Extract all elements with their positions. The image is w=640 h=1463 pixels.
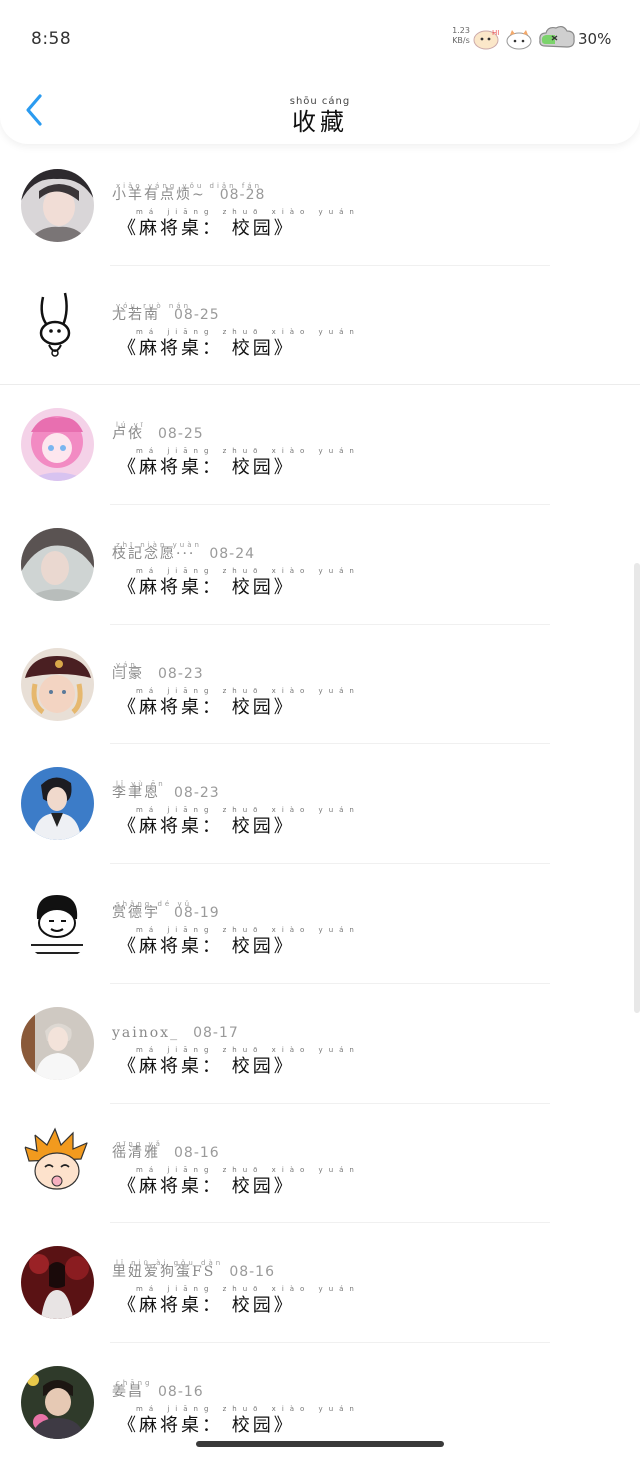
game-title[interactable]: 《麻将桌： 校园》 — [118, 932, 295, 958]
favorite-item[interactable]: yainox_ 08-17 má jiāng zhuō xiào yuán 《麻将… — [0, 984, 640, 1104]
favorite-item[interactable]: xiǎo yáng yǒu diǎn fán 小羊有点烦~ 08-28 má ji… — [0, 146, 640, 266]
favorite-item[interactable]: yóu ruò nán 尤若南 08-25 má jiāng zhuō xiào … — [0, 266, 640, 386]
scrollbar[interactable] — [634, 563, 640, 1013]
game-title[interactable]: 《麻将桌： 校园》 — [118, 453, 295, 479]
user-avatar[interactable] — [21, 408, 94, 482]
sticker-dog-icon: HI — [473, 29, 499, 50]
favorite-item[interactable]: zhī niàn yuàn 枝記念愿··· 08-24 má jiāng zhuō… — [0, 505, 640, 625]
favorite-item[interactable]: lú yī 卢依 08-25 má jiāng zhuō xiào yuán 《麻… — [0, 385, 640, 506]
user-avatar[interactable] — [21, 1365, 94, 1439]
favorite-date: 08-25 — [174, 306, 220, 323]
user-avatar[interactable] — [21, 767, 94, 841]
game-title[interactable]: 《麻将桌： 校园》 — [118, 573, 295, 599]
user-name[interactable]: 小羊有点烦~ — [112, 187, 206, 203]
game-title[interactable]: 《麻将桌： 校园》 — [118, 693, 295, 719]
top-header: 8:58 1.23 KB/s HI 30% shōu cáng 收藏 — [0, 0, 640, 144]
battery-cloud-icon — [539, 25, 575, 48]
game-title[interactable]: 《麻将桌： 校园》 — [118, 334, 295, 360]
favorite-item[interactable]: yán 闫豪 08-23 má jiāng zhuō xiào yuán 《麻将桌… — [0, 625, 640, 745]
game-title[interactable]: 《麻将桌： 校园》 — [118, 1411, 295, 1437]
favorite-date: 08-16 — [158, 1383, 204, 1400]
user-avatar[interactable] — [21, 887, 94, 961]
favorite-date: 08-19 — [174, 905, 220, 922]
user-name[interactable]: 尤若南 — [112, 307, 160, 323]
home-indicator[interactable] — [196, 1441, 444, 1447]
favorite-item[interactable]: qīng yǎ 徭清雅 08-16 má jiāng zhuō xiào yuán… — [0, 1104, 640, 1224]
user-name[interactable]: 李聿恩 — [112, 785, 160, 801]
network-speed: 1.23 KB/s — [448, 26, 474, 46]
favorite-date: 08-28 — [219, 187, 266, 203]
back-arrow-icon[interactable] — [20, 90, 50, 130]
page-title-pinyin: shōu cáng — [289, 96, 351, 107]
page-title-block: shōu cáng 收藏 — [270, 96, 370, 136]
user-avatar[interactable] — [21, 169, 94, 242]
svg-text:HI: HI — [492, 29, 499, 37]
favorite-date: 08-24 — [209, 546, 256, 563]
favorite-item[interactable]: shǎng dé yǔ 赏德宇 08-19 má jiāng zhuō xiào … — [0, 864, 640, 984]
user-name[interactable]: yainox_ — [112, 1025, 179, 1041]
status-bar: 8:58 1.23 KB/s HI 30% — [0, 0, 640, 78]
user-name[interactable]: 赏德宇 — [112, 905, 160, 921]
network-speed-unit: KB/s — [452, 36, 470, 45]
page-title: 收藏 — [292, 108, 348, 136]
status-time: 8:58 — [31, 29, 72, 49]
user-name[interactable]: 里妞爱狗蛋FS — [112, 1264, 215, 1280]
favorite-item[interactable]: lǐ niū ài gǒu dàn 里妞爱狗蛋FS 08-16 má jiāng … — [0, 1223, 640, 1343]
game-title[interactable]: 《麻将桌： 校园》 — [118, 1291, 295, 1317]
user-avatar[interactable] — [21, 647, 94, 721]
user-avatar[interactable] — [21, 1126, 94, 1200]
network-speed-value: 1.23 — [452, 26, 470, 35]
user-name[interactable]: 徭清雅 — [112, 1145, 160, 1161]
user-name[interactable]: 闫豪 — [112, 666, 144, 682]
user-name[interactable]: 姜昌 — [112, 1384, 144, 1400]
battery-level: 30% — [578, 30, 612, 48]
user-avatar[interactable] — [21, 528, 94, 602]
game-title[interactable]: 《麻将桌： 校园》 — [118, 1172, 295, 1198]
game-title[interactable]: 《麻将桌： 校园》 — [118, 1052, 295, 1078]
game-title[interactable]: 《麻将桌： 校园》 — [118, 214, 295, 240]
favorites-list: xiǎo yáng yǒu diǎn fán 小羊有点烦~ 08-28 má ji… — [0, 146, 640, 1463]
user-name[interactable]: 卢依 — [112, 426, 144, 442]
favorite-date: 08-17 — [193, 1024, 239, 1041]
favorite-item[interactable]: lǐ yù ēn 李聿恩 08-23 má jiāng zhuō xiào yuá… — [0, 744, 640, 865]
favorite-date: 08-25 — [158, 426, 204, 443]
user-avatar[interactable] — [21, 1006, 94, 1080]
user-avatar[interactable] — [21, 1246, 94, 1320]
favorite-date: 08-23 — [158, 665, 204, 682]
user-avatar[interactable] — [21, 288, 94, 362]
user-name[interactable]: 枝記念愿··· — [112, 546, 195, 562]
favorite-date: 08-16 — [229, 1264, 275, 1281]
favorite-date: 08-16 — [174, 1144, 220, 1161]
game-title[interactable]: 《麻将桌： 校园》 — [118, 812, 295, 838]
sticker-cat-icon — [506, 30, 532, 50]
favorite-date: 08-23 — [174, 785, 220, 802]
